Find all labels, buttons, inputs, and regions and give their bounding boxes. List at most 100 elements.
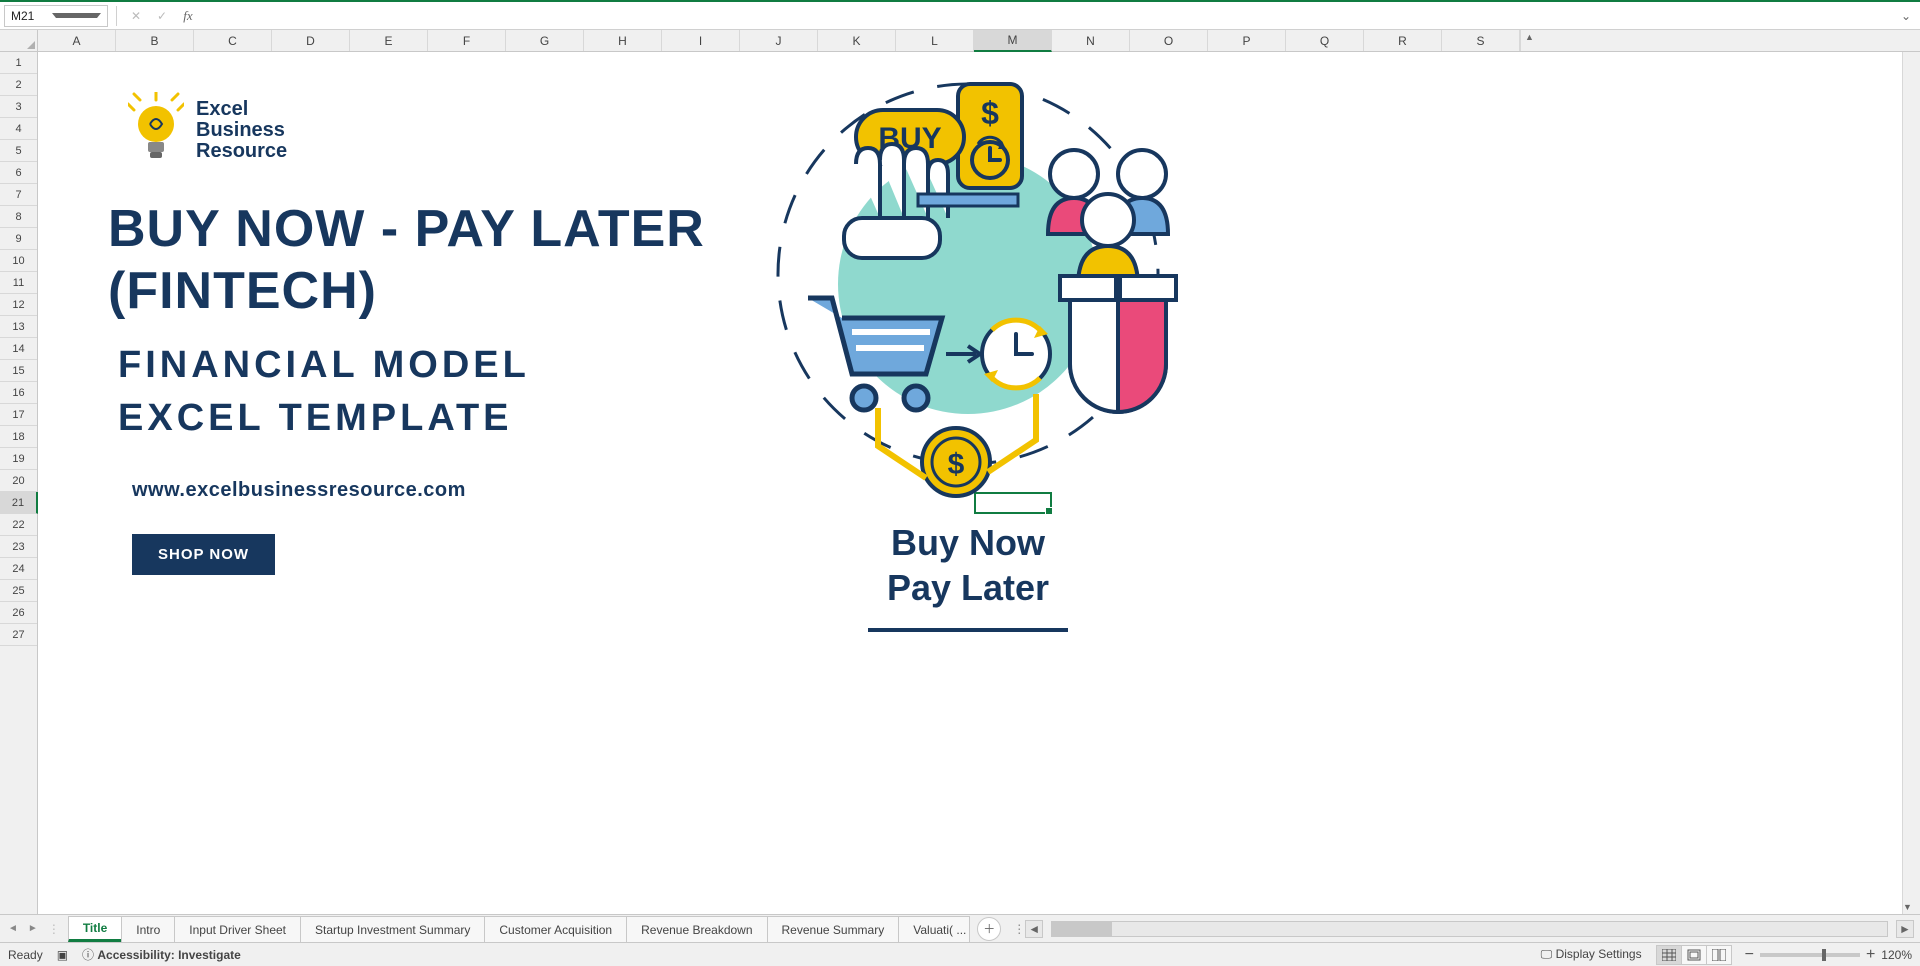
cells-area[interactable]: Excel Business Resource BUY NOW - PAY LA…: [38, 52, 1902, 914]
row-header-23[interactable]: 23: [0, 536, 37, 558]
column-header-K[interactable]: K: [818, 30, 896, 51]
tab-scroll-left-icon[interactable]: ◄: [8, 923, 18, 934]
row-header-20[interactable]: 20: [0, 470, 37, 492]
column-header-G[interactable]: G: [506, 30, 584, 51]
page-break-view-button[interactable]: [1706, 945, 1732, 965]
sheet-tab-input-driver-sheet[interactable]: Input Driver Sheet: [174, 916, 301, 942]
row-header-6[interactable]: 6: [0, 162, 37, 184]
row-header-26[interactable]: 26: [0, 602, 37, 624]
column-header-P[interactable]: P: [1208, 30, 1286, 51]
enter-icon[interactable]: ✓: [151, 5, 173, 27]
row-header-10[interactable]: 10: [0, 250, 37, 272]
row-header-17[interactable]: 17: [0, 404, 37, 426]
column-header-A[interactable]: A: [38, 30, 116, 51]
display-settings-button[interactable]: 🖵 Display Settings: [1541, 947, 1642, 962]
row-header-2[interactable]: 2: [0, 74, 37, 96]
row-header-5[interactable]: 5: [0, 140, 37, 162]
vertical-scrollbar-body[interactable]: ▼: [1902, 52, 1920, 914]
hscroll-left-icon[interactable]: ◄: [1025, 920, 1043, 938]
row-header-16[interactable]: 16: [0, 382, 37, 404]
normal-view-button[interactable]: [1656, 945, 1682, 965]
row-header-22[interactable]: 22: [0, 514, 37, 536]
zoom-slider[interactable]: [1760, 953, 1860, 957]
column-header-F[interactable]: F: [428, 30, 506, 51]
title-line-2: (FINTECH): [108, 262, 377, 320]
page-break-icon: [1712, 949, 1726, 961]
illustration: $ BUY: [748, 64, 1188, 632]
scroll-up-icon[interactable]: ▲: [1525, 32, 1534, 42]
logo-text-1: Excel: [196, 99, 287, 120]
row-header-4[interactable]: 4: [0, 118, 37, 140]
column-header-L[interactable]: L: [896, 30, 974, 51]
column-header-I[interactable]: I: [662, 30, 740, 51]
row-header-25[interactable]: 25: [0, 580, 37, 602]
zoom-in-button[interactable]: +: [1866, 946, 1875, 964]
page-layout-view-button[interactable]: [1681, 945, 1707, 965]
column-header-Q[interactable]: Q: [1286, 30, 1364, 51]
column-header-N[interactable]: N: [1052, 30, 1130, 51]
shop-now-button[interactable]: SHOP NOW: [132, 534, 275, 575]
row-header-9[interactable]: 9: [0, 228, 37, 250]
sheet-tabs: TitleIntroInput Driver SheetStartup Inve…: [68, 915, 969, 942]
sheet-tab-revenue-summary[interactable]: Revenue Summary: [767, 916, 900, 942]
sheet-tab-customer-acquisition[interactable]: Customer Acquisition: [484, 916, 627, 942]
fx-icon[interactable]: fx: [177, 5, 199, 27]
macro-record-icon[interactable]: ▣: [57, 948, 68, 962]
column-header-R[interactable]: R: [1364, 30, 1442, 51]
accessibility-status[interactable]: ⓘ Accessibility: Investigate: [82, 946, 241, 963]
row-header-27[interactable]: 27: [0, 624, 37, 646]
svg-text:$: $: [981, 95, 999, 131]
column-header-H[interactable]: H: [584, 30, 662, 51]
row-header-21[interactable]: 21: [0, 492, 38, 514]
row-header-13[interactable]: 13: [0, 316, 37, 338]
sheet-tab-valuati-[interactable]: Valuati( ...: [898, 916, 970, 942]
cancel-icon[interactable]: ✕: [125, 5, 147, 27]
row-header-1[interactable]: 1: [0, 52, 37, 74]
column-header-B[interactable]: B: [116, 30, 194, 51]
row-header-15[interactable]: 15: [0, 360, 37, 382]
sheet-tab-startup-investment-summary[interactable]: Startup Investment Summary: [300, 916, 485, 942]
scroll-down-icon[interactable]: ▼: [1903, 902, 1912, 912]
row-header-19[interactable]: 19: [0, 448, 37, 470]
zoom-out-button[interactable]: −: [1745, 946, 1754, 964]
row-header-7[interactable]: 7: [0, 184, 37, 206]
formula-input[interactable]: [203, 5, 1892, 27]
row-header-14[interactable]: 14: [0, 338, 37, 360]
name-box[interactable]: M21: [4, 5, 108, 27]
vertical-scrollbar[interactable]: ▲: [1520, 30, 1538, 51]
row-header-18[interactable]: 18: [0, 426, 37, 448]
status-ready: Ready: [8, 948, 43, 962]
name-box-dropdown-icon[interactable]: [52, 13, 101, 18]
horizontal-scrollbar[interactable]: [1051, 921, 1888, 937]
zoom-value[interactable]: 120%: [1881, 948, 1912, 962]
row-header-12[interactable]: 12: [0, 294, 37, 316]
lightbulb-icon: [128, 92, 184, 168]
column-header-D[interactable]: D: [272, 30, 350, 51]
row-header-3[interactable]: 3: [0, 96, 37, 118]
slogan-line-1: Buy Now: [891, 522, 1045, 563]
row-header-11[interactable]: 11: [0, 272, 37, 294]
column-header-S[interactable]: S: [1442, 30, 1520, 51]
column-header-J[interactable]: J: [740, 30, 818, 51]
column-headers: ABCDEFGHIJKLMNOPQRS ▲: [0, 30, 1920, 52]
column-header-E[interactable]: E: [350, 30, 428, 51]
row-header-8[interactable]: 8: [0, 206, 37, 228]
sheet-tab-intro[interactable]: Intro: [121, 916, 175, 942]
column-header-C[interactable]: C: [194, 30, 272, 51]
status-bar: Ready ▣ ⓘ Accessibility: Investigate 🖵 D…: [0, 942, 1920, 966]
tab-nav-more-icon[interactable]: ⋮: [48, 922, 60, 936]
row-header-24[interactable]: 24: [0, 558, 37, 580]
sheet-tab-title[interactable]: Title: [68, 916, 122, 942]
column-header-O[interactable]: O: [1130, 30, 1208, 51]
worksheet-grid: ABCDEFGHIJKLMNOPQRS ▲ 123456789101112131…: [0, 30, 1920, 914]
hscroll-thumb[interactable]: [1052, 922, 1112, 936]
column-header-M[interactable]: M: [974, 30, 1052, 52]
tab-scroll-right-icon[interactable]: ►: [28, 923, 38, 934]
title-line-1: BUY NOW - PAY LATER: [108, 200, 705, 258]
sheet-tab-revenue-breakdown[interactable]: Revenue Breakdown: [626, 916, 767, 942]
tab-strip-more-icon[interactable]: ⋮: [1013, 922, 1025, 936]
new-sheet-button[interactable]: ＋: [977, 917, 1001, 941]
expand-formula-bar-icon[interactable]: ⌄: [1896, 9, 1916, 23]
select-all-corner[interactable]: [0, 30, 38, 51]
hscroll-right-icon[interactable]: ►: [1896, 920, 1914, 938]
